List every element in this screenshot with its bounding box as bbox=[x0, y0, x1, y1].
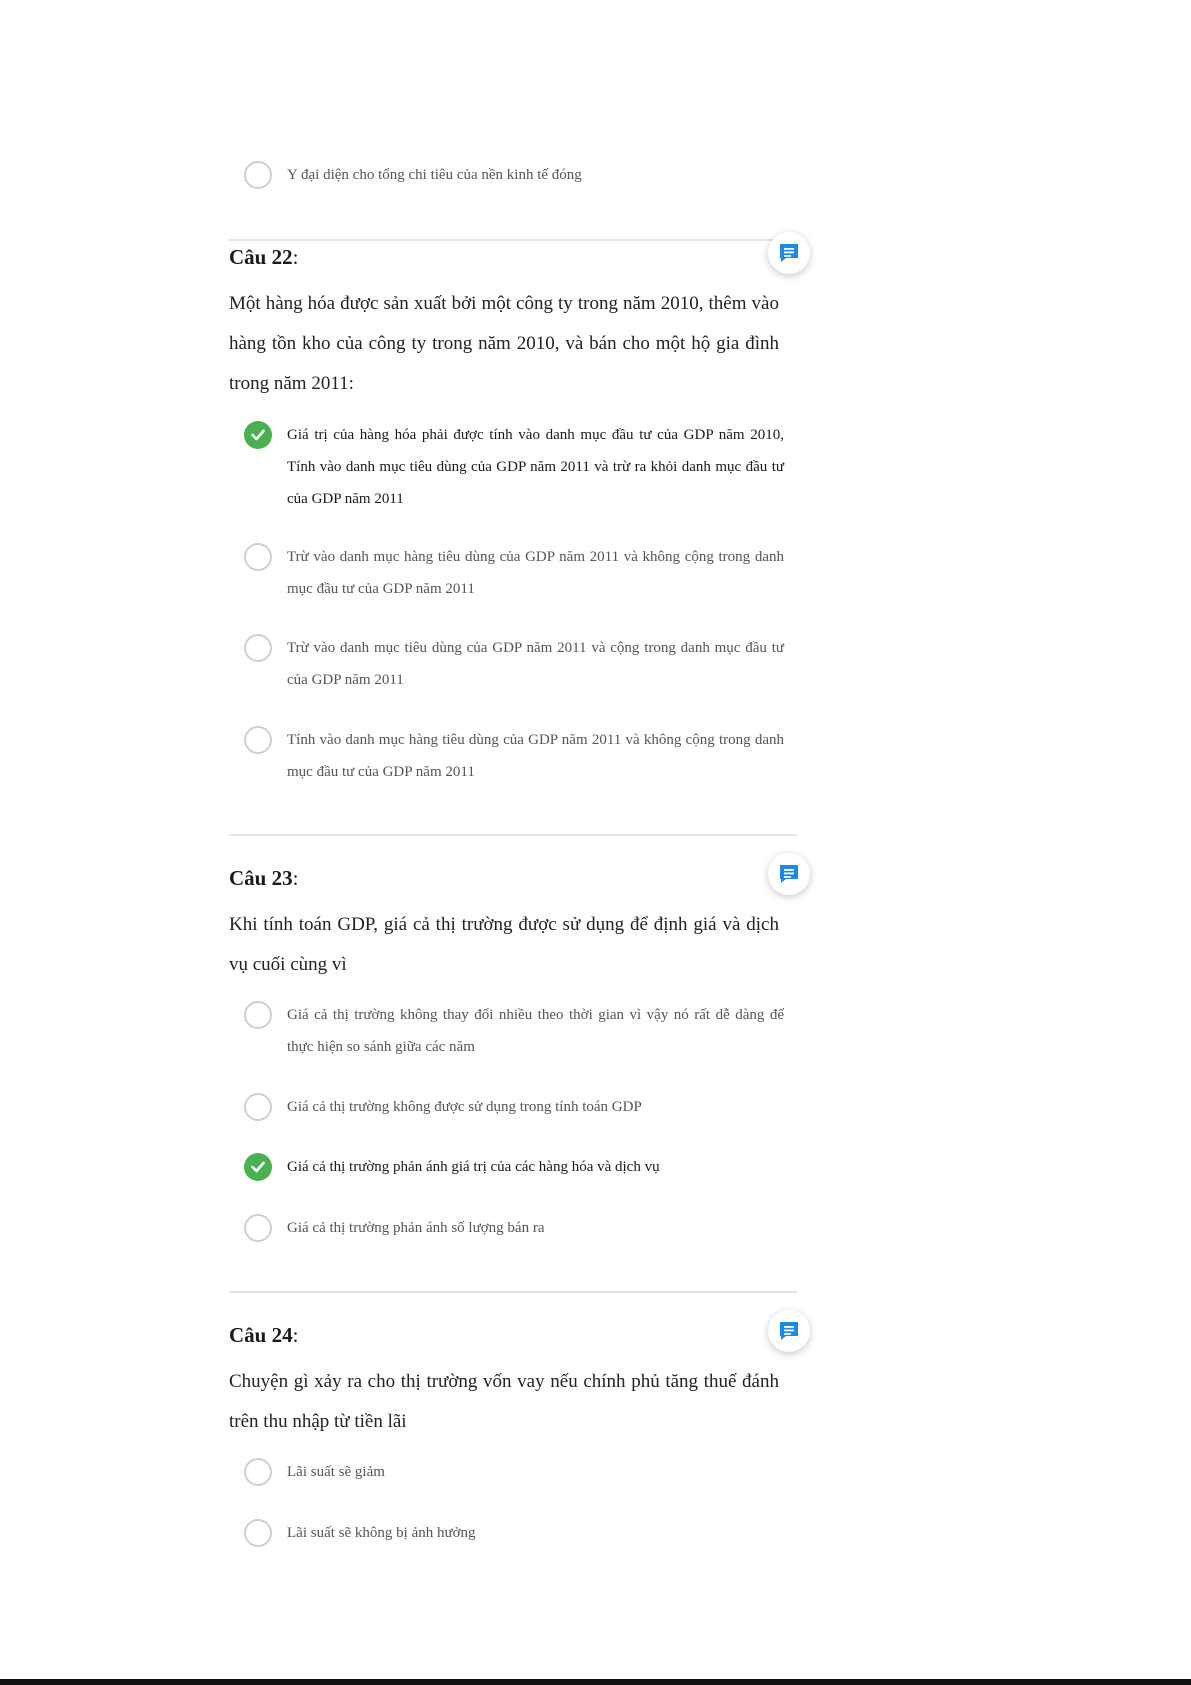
comment-icon bbox=[780, 244, 798, 262]
question-text-q24: Chuyện gì xảy ra cho thị trường vốn vay … bbox=[229, 1371, 779, 1432]
option-text: Giá cả thị trường phản ánh số lượng bán … bbox=[287, 1220, 545, 1236]
option-text: Giá cả thị trường phản ánh giá trị của c… bbox=[287, 1159, 660, 1175]
separator bbox=[229, 239, 797, 241]
radio-button-checked[interactable] bbox=[244, 1153, 272, 1181]
comment-button-q24[interactable] bbox=[768, 1310, 810, 1352]
radio-button[interactable] bbox=[244, 1519, 272, 1547]
option-text: Y đại diện cho tổng chi tiêu của nền kin… bbox=[287, 167, 582, 183]
question-title-q22: Câu 22: bbox=[229, 245, 299, 269]
option-text: Trừ vào danh mục tiêu dùng của GDP năm 2… bbox=[287, 640, 784, 688]
radio-button[interactable] bbox=[244, 1214, 272, 1242]
bottom-edge-bar bbox=[0, 1679, 1191, 1685]
radio-button[interactable] bbox=[244, 1001, 272, 1029]
option-text: Trừ vào danh mục hàng tiêu dùng của GDP … bbox=[287, 549, 784, 597]
question-text-q23: Khi tính toán GDP, giá cả thị trường đượ… bbox=[229, 914, 779, 975]
radio-button[interactable] bbox=[244, 726, 272, 754]
question-title-q24: Câu 24: bbox=[229, 1323, 299, 1347]
option-text: Giá cả thị trường không thay đổi nhiều t… bbox=[287, 1007, 784, 1055]
question-title-q23: Câu 23: bbox=[229, 866, 299, 890]
option-text: Tính vào danh mục hàng tiêu dùng của GDP… bbox=[287, 732, 784, 780]
comment-icon bbox=[780, 865, 798, 883]
radio-button-checked[interactable] bbox=[244, 421, 272, 449]
option-text: Lãi suất sẽ không bị ảnh hưởng bbox=[287, 1525, 476, 1541]
separator bbox=[229, 1291, 797, 1293]
radio-button[interactable] bbox=[244, 1458, 272, 1486]
option-text: Giá trị của hàng hóa phải được tính vào … bbox=[287, 427, 784, 507]
comment-icon bbox=[780, 1322, 798, 1340]
question-text-q22: Một hàng hóa được sản xuất bởi một công … bbox=[229, 293, 779, 394]
comment-button-q22[interactable] bbox=[768, 232, 810, 274]
radio-button[interactable] bbox=[244, 161, 272, 189]
check-icon bbox=[251, 429, 265, 441]
radio-button[interactable] bbox=[244, 543, 272, 571]
comment-button-q23[interactable] bbox=[768, 853, 810, 895]
option-text: Lãi suất sẽ giảm bbox=[287, 1464, 385, 1480]
radio-button[interactable] bbox=[244, 634, 272, 662]
separator bbox=[229, 834, 797, 836]
check-icon bbox=[251, 1161, 265, 1173]
radio-button[interactable] bbox=[244, 1093, 272, 1121]
option-text: Giá cả thị trường không được sử dụng tro… bbox=[287, 1099, 642, 1115]
